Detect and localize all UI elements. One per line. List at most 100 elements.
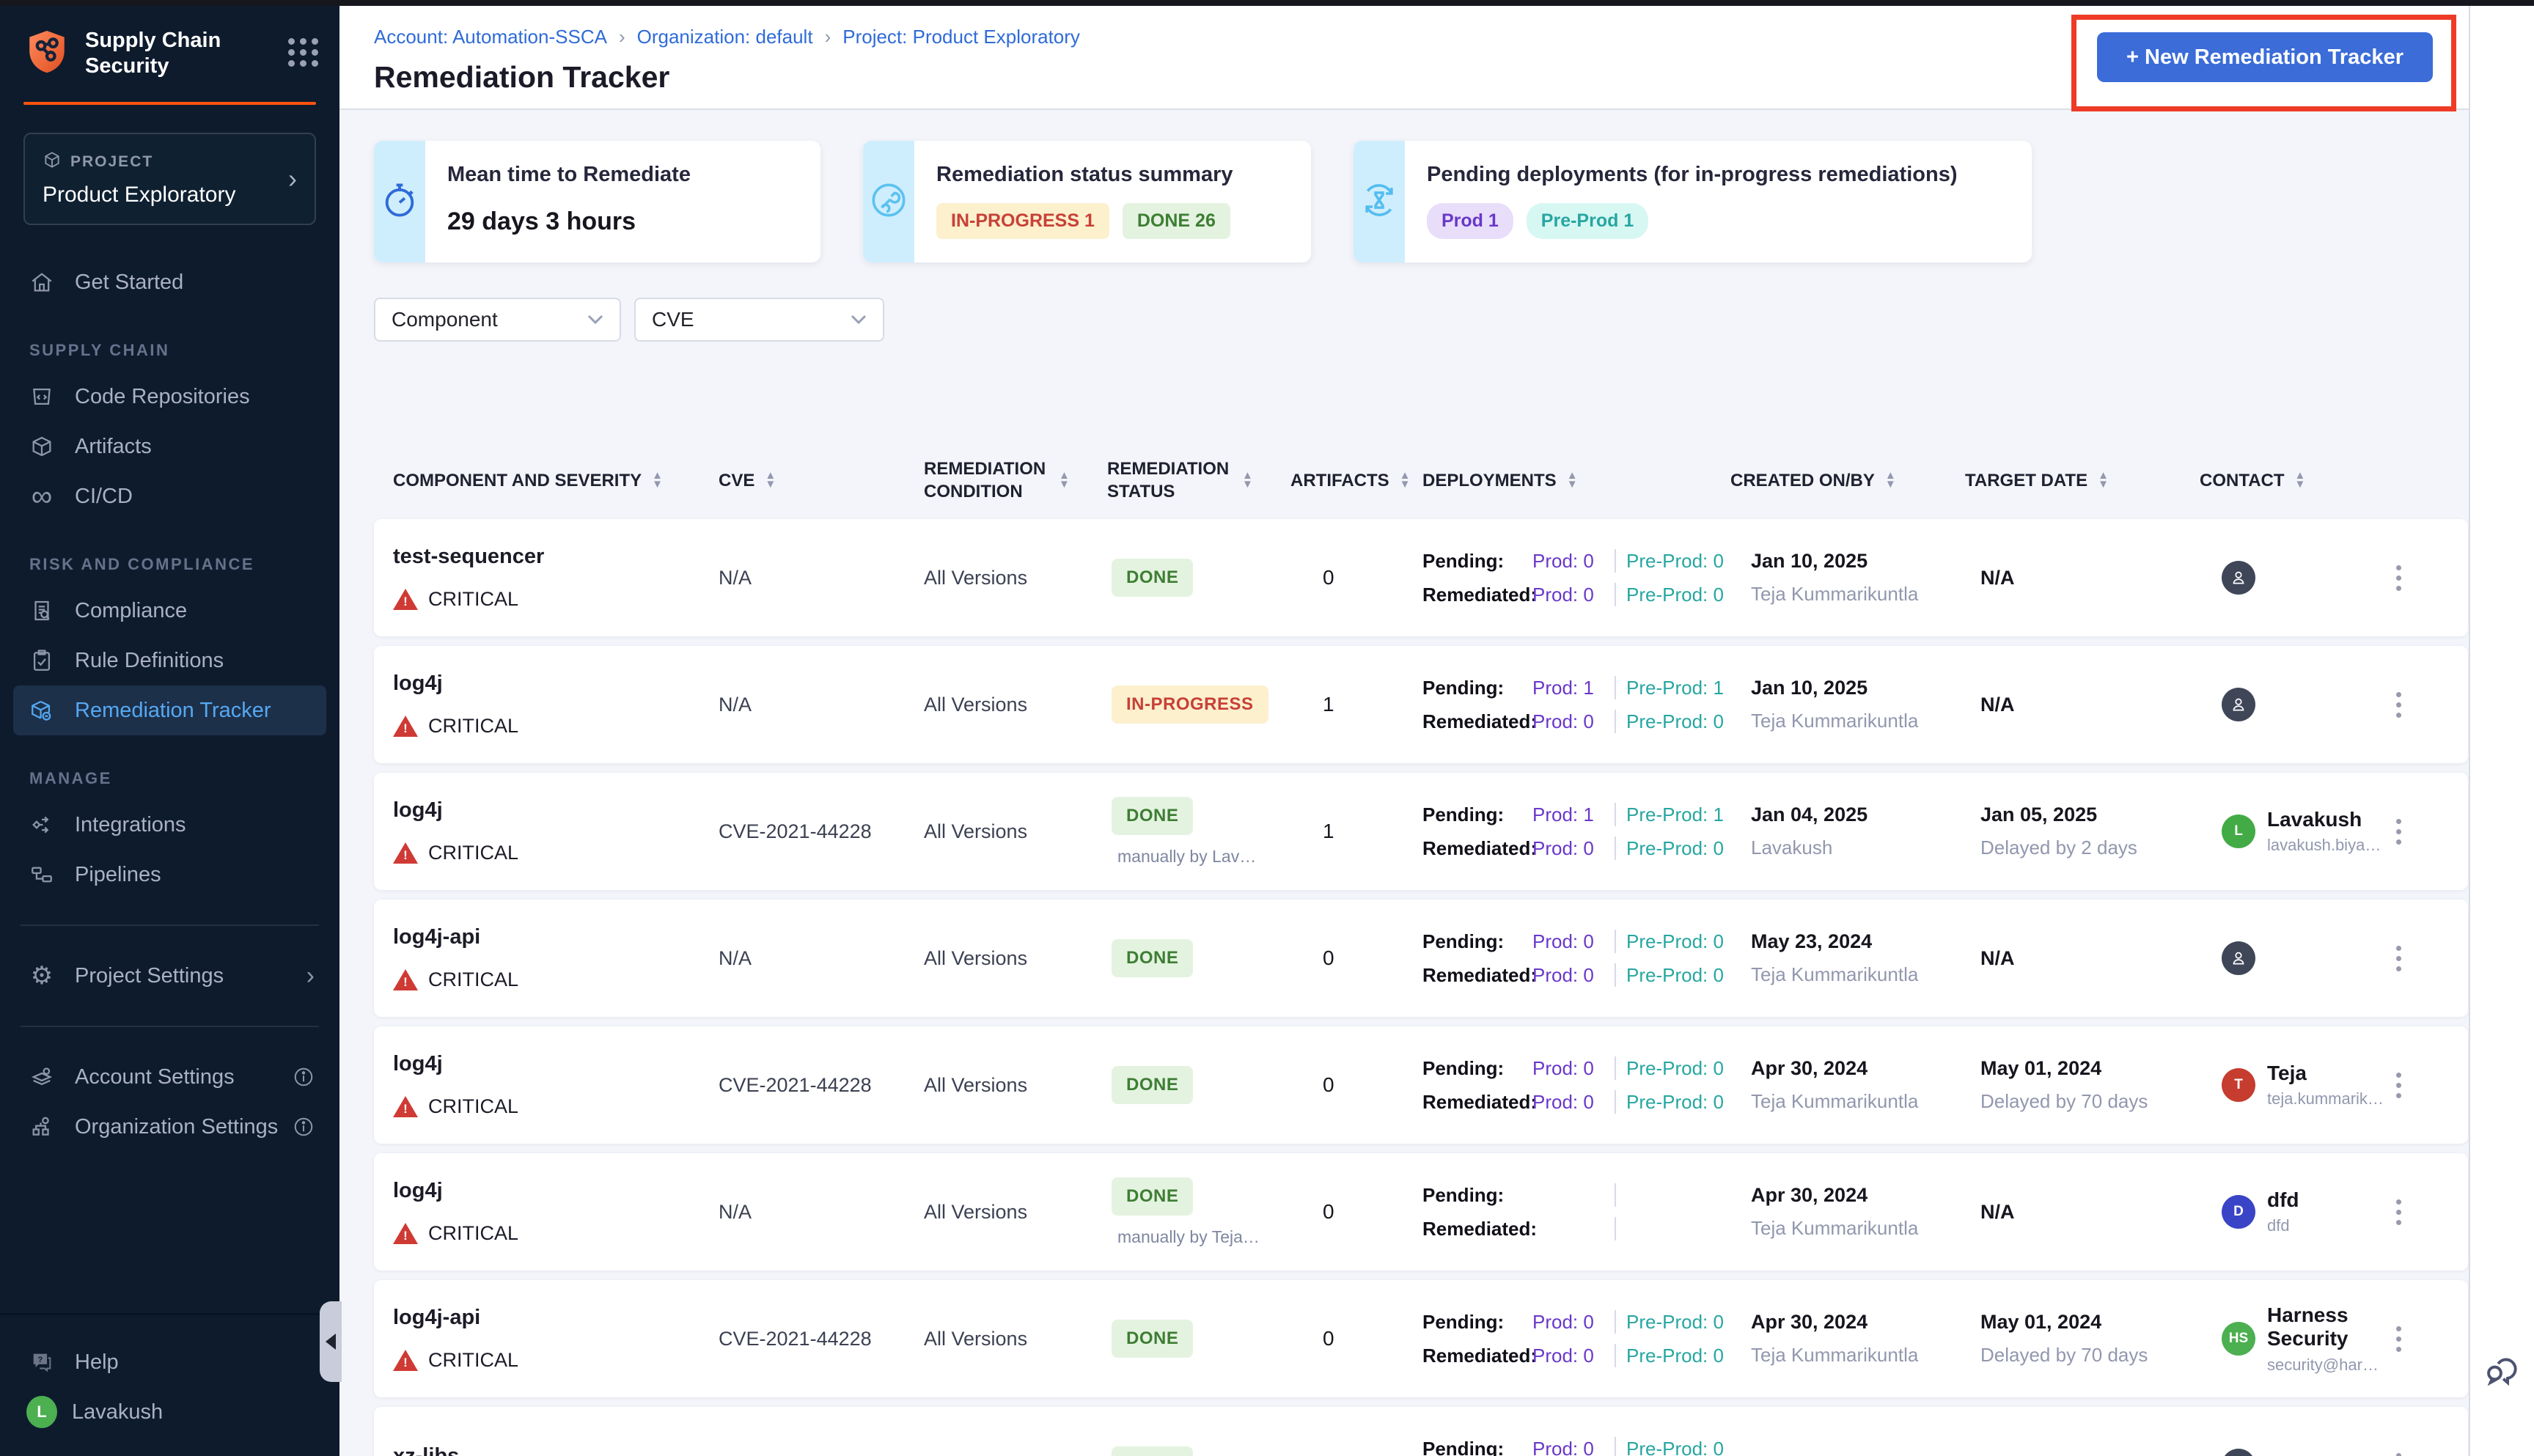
table-row[interactable]: log4j-api CRITICAL CVE-2021-44228 All Ve…	[374, 1280, 2468, 1398]
sidebar-collapse-handle[interactable]	[320, 1301, 342, 1382]
column-header-deployments[interactable]: DEPLOYMENTS ▲ ▼	[1422, 469, 1730, 492]
pending-prod-count[interactable]: Prod: 0	[1532, 1311, 1615, 1334]
table-row[interactable]: log4j CRITICAL CVE-2021-44228 All Versio…	[374, 773, 2468, 891]
pending-prod-count[interactable]: Prod: 0	[1532, 550, 1615, 573]
sidebar-item-pipelines[interactable]: Pipelines	[0, 850, 339, 900]
breadcrumb-account-link[interactable]: Account: Automation-SSCA	[374, 26, 607, 48]
pending-preprod-count[interactable]: Pre-Prod: 1	[1626, 677, 1724, 699]
created-on-by-cell: May 23, 2024 Teja Kummarikuntla	[1730, 930, 1965, 986]
value-divider	[1615, 1310, 1616, 1334]
column-header-created-on-by[interactable]: CREATED ON/BY ▲ ▼	[1730, 469, 1965, 492]
pending-line: Pending: Prod: 1 Pre-Prod: 1	[1422, 800, 1730, 829]
target-date: N/A	[1980, 1200, 2015, 1223]
remediated-preprod-count[interactable]: Pre-Prod: 0	[1626, 837, 1724, 860]
pending-preprod-count[interactable]: Pre-Prod: 1	[1626, 804, 1724, 826]
sidebar-header: Supply Chain Security	[0, 0, 339, 102]
remediated-prod-count[interactable]: Prod: 0	[1532, 584, 1615, 606]
remediated-prod-count[interactable]: Prod: 0	[1532, 710, 1615, 733]
column-header-artifacts[interactable]: ARTIFACTS ▲ ▼	[1290, 469, 1422, 492]
pending-prod-count[interactable]: Prod: 0	[1532, 1438, 1615, 1456]
column-header-target-date[interactable]: TARGET DATE ▲ ▼	[1965, 469, 2200, 492]
info-icon[interactable]	[293, 1066, 315, 1088]
chat-launcher-icon[interactable]	[2482, 1347, 2523, 1392]
remediated-label: Remediated:	[1422, 583, 1538, 606]
remediated-prod-count[interactable]: Prod: 0	[1532, 1091, 1615, 1114]
column-header-cve[interactable]: CVE ▲ ▼	[719, 469, 924, 492]
remediated-prod-count[interactable]: Prod: 0	[1532, 837, 1615, 860]
info-icon[interactable]	[293, 1116, 315, 1138]
cve-filter-select[interactable]: CVE	[634, 298, 884, 342]
row-menu-kebab[interactable]	[2383, 565, 2468, 591]
sidebar-item-get-started[interactable]: Get Started	[0, 257, 339, 307]
table-row[interactable]: log4j-api CRITICAL N/A All Versions DONE…	[374, 900, 2468, 1018]
sidebar-item-artifacts[interactable]: Artifacts	[0, 422, 339, 471]
help-button[interactable]: ? Help	[0, 1337, 339, 1387]
critical-severity-icon	[393, 589, 418, 611]
table-row[interactable]: test-sequencer CRITICAL N/A All Versions…	[374, 519, 2468, 637]
pending-preprod-count[interactable]: Pre-Prod: 0	[1626, 550, 1724, 573]
pending-preprod-count[interactable]: Pre-Prod: 0	[1626, 930, 1724, 953]
chevron-right-icon: ›	[306, 961, 315, 990]
pending-preprod-count[interactable]: Pre-Prod: 0	[1626, 1438, 1724, 1456]
pending-preprod-count[interactable]: Pre-Prod: 0	[1626, 1311, 1724, 1334]
new-remediation-tracker-button[interactable]: + New Remediation Tracker	[2097, 32, 2433, 82]
component-filter-label: Component	[392, 308, 498, 331]
sidebar-item-compliance[interactable]: Compliance	[0, 586, 339, 636]
pending-prod-count[interactable]: Prod: 0	[1532, 1057, 1615, 1080]
remediated-preprod-count[interactable]: Pre-Prod: 0	[1626, 710, 1724, 733]
remediated-preprod-count[interactable]: Pre-Prod: 0	[1626, 1345, 1724, 1367]
sidebar-item-integrations[interactable]: Integrations	[0, 800, 339, 850]
deployments-cell: Pending: Prod: 0 Pre-Prod: 0 Remediated:…	[1422, 1049, 1730, 1121]
created-date: Jan 10, 2025	[1751, 550, 1868, 573]
target-date-cell: N/A	[1965, 1201, 2200, 1224]
row-menu-kebab[interactable]	[2383, 818, 2468, 845]
project-name: Product Exploratory	[43, 183, 236, 207]
remediated-preprod-count[interactable]: Pre-Prod: 0	[1626, 964, 1724, 987]
critical-severity-icon	[393, 716, 418, 738]
remediated-prod-count[interactable]: Prod: 0	[1532, 964, 1615, 987]
value-divider	[1615, 837, 1616, 861]
pending-preprod-count[interactable]: Pre-Prod: 0	[1626, 1057, 1724, 1080]
table-row[interactable]: log4j CRITICAL N/A All Versions DONE man…	[374, 1153, 2468, 1271]
sidebar-item-project-settings[interactable]: ⚙ Project Settings ›	[0, 951, 339, 1001]
stopwatch-icon	[381, 181, 419, 223]
pending-prod-count[interactable]: Prod: 0	[1532, 930, 1615, 953]
row-menu-kebab[interactable]	[2383, 945, 2468, 971]
column-header-component[interactable]: COMPONENT AND SEVERITY ▲ ▼	[374, 469, 719, 492]
sidebar-item-cicd[interactable]: ∞ CI/CD	[0, 471, 339, 521]
table-row[interactable]: log4j CRITICAL N/A All Versions IN-PROGR…	[374, 646, 2468, 764]
module-grid-icon[interactable]	[288, 38, 319, 67]
table-row[interactable]: log4j CRITICAL CVE-2021-44228 All Versio…	[374, 1026, 2468, 1144]
breadcrumb-organization-link[interactable]: Organization: default	[637, 26, 813, 48]
sidebar-item-code-repositories[interactable]: Code Repositories	[0, 372, 339, 422]
pending-prod-count[interactable]: Prod: 1	[1532, 677, 1615, 699]
table-row[interactable]: xz-libs DONE Pending: Prod: 0 Pre-Prod: …	[374, 1407, 2468, 1456]
row-menu-kebab[interactable]	[2383, 1072, 2468, 1098]
remediated-prod-count[interactable]: Prod: 0	[1532, 1345, 1615, 1367]
sidebar-item-account-settings[interactable]: Account Settings	[0, 1052, 339, 1102]
row-menu-kebab[interactable]	[2383, 1326, 2468, 1352]
remediated-preprod-count[interactable]: Pre-Prod: 0	[1626, 1091, 1724, 1114]
pending-prod-count[interactable]: Prod: 1	[1532, 804, 1615, 826]
column-header-remediation-status[interactable]: REMEDIATION STATUS ▲ ▼	[1107, 457, 1290, 503]
severity: CRITICAL	[393, 1222, 719, 1245]
status-badge: DONE	[1112, 1320, 1194, 1358]
sidebar-item-rule-definitions[interactable]: Rule Definitions	[0, 636, 339, 685]
breadcrumb-project-link[interactable]: Project: Product Exploratory	[842, 26, 1080, 48]
row-menu-kebab[interactable]	[2383, 691, 2468, 718]
critical-severity-icon	[393, 1350, 418, 1372]
remediation-condition-cell: All Versions	[924, 1200, 1028, 1223]
sidebar-item-remediation-tracker[interactable]: Remediation Tracker	[13, 685, 326, 735]
row-menu-kebab[interactable]	[2383, 1452, 2468, 1456]
sidebar-item-organization-settings[interactable]: Organization Settings	[0, 1102, 339, 1152]
component-name: log4j	[393, 672, 443, 696]
component-name: log4j-api	[393, 1306, 481, 1330]
column-header-remediation-condition[interactable]: REMEDIATION CONDITION ▲ ▼	[924, 457, 1107, 503]
row-menu-kebab[interactable]	[2383, 1199, 2468, 1225]
user-menu[interactable]: L Lavakush	[0, 1387, 339, 1437]
project-selector[interactable]: PROJECT Product Exploratory ›	[23, 133, 316, 225]
created-date: Jan 04, 2025	[1751, 804, 1868, 826]
remediated-preprod-count[interactable]: Pre-Prod: 0	[1626, 584, 1724, 606]
component-filter-select[interactable]: Component	[374, 298, 621, 342]
column-header-contact[interactable]: CONTACT ▲ ▼	[2200, 469, 2383, 492]
